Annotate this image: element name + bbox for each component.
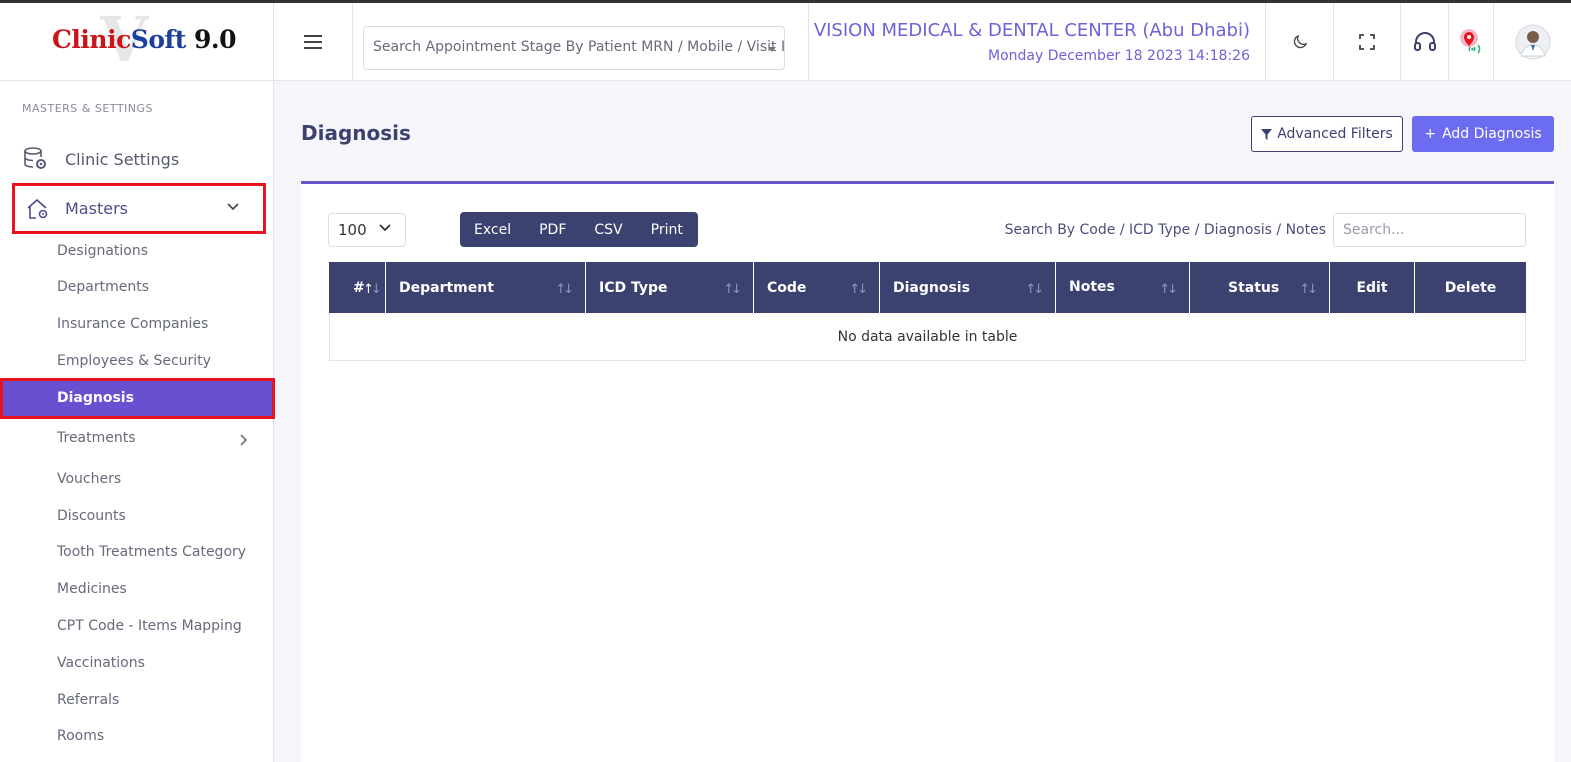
sidebar-item-designations[interactable]: Designations xyxy=(57,243,148,259)
sidebar-item-departments[interactable]: Departments xyxy=(57,279,149,295)
sidebar-item-medicines[interactable]: Medicines xyxy=(57,581,127,597)
advanced-filters-label: Advanced Filters xyxy=(1277,126,1393,142)
export-button-group: Excel PDF CSV Print xyxy=(460,212,698,247)
support-button[interactable] xyxy=(1400,3,1448,81)
sidebar-item-clinic-settings[interactable]: Clinic Settings xyxy=(22,146,262,172)
appointment-search-placeholder: Search Appointment Stage By Patient MRN … xyxy=(373,39,785,55)
sidebar-item-referrals[interactable]: Referrals xyxy=(57,692,119,708)
appointment-search-select[interactable]: Search Appointment Stage By Patient MRN … xyxy=(363,26,785,70)
sort-icon: ↑↓ xyxy=(849,282,868,297)
caret-down-icon xyxy=(768,47,776,52)
user-menu-button[interactable] xyxy=(1493,3,1571,81)
sort-icon: ↑↓ xyxy=(555,282,574,297)
sidebar-item-tooth-treatments-category[interactable]: Tooth Treatments Category xyxy=(57,544,246,560)
location-broadcast-icon xyxy=(1460,29,1481,54)
column-header-edit: Edit xyxy=(1330,262,1415,313)
sidebar-item-insurance-companies[interactable]: Insurance Companies xyxy=(57,316,208,332)
page-length-select[interactable]: 100 xyxy=(328,213,406,247)
sort-icon: ↑↓ xyxy=(1299,282,1318,297)
sort-icon: ↑↓ xyxy=(1025,282,1044,297)
sidebar-item-employees-security[interactable]: Employees & Security xyxy=(57,353,211,369)
table-header: # ↑↓ Department ↑↓ ICD Type ↑↓ Code ↑↓ D… xyxy=(329,262,1526,313)
location-status-button[interactable] xyxy=(1448,3,1493,81)
sidebar: MASTERS & SETTINGS Clinic Settings Maste… xyxy=(0,82,275,762)
chevron-down-icon xyxy=(379,224,391,232)
moon-icon xyxy=(1293,34,1307,49)
avatar xyxy=(1515,24,1550,60)
sidebar-item-masters[interactable]: Masters xyxy=(12,183,266,234)
filter-icon xyxy=(1261,128,1273,140)
sort-icon: ↑↓ xyxy=(363,282,382,297)
sidebar-item-vouchers[interactable]: Vouchers xyxy=(57,471,121,487)
fullscreen-icon xyxy=(1359,34,1375,50)
column-header-number[interactable]: # ↑↓ xyxy=(329,262,386,313)
advanced-filters-button[interactable]: Advanced Filters xyxy=(1251,116,1403,152)
plus-icon: + xyxy=(1424,126,1437,142)
column-header-code[interactable]: Code ↑↓ xyxy=(754,262,880,313)
sort-icon: ↑↓ xyxy=(1159,282,1178,297)
column-header-icd-type[interactable]: ICD Type ↑↓ xyxy=(586,262,754,313)
sidebar-item-vaccinations[interactable]: Vaccinations xyxy=(57,655,145,671)
column-header-status[interactable]: Status ↑↓ xyxy=(1190,262,1330,313)
export-excel-button[interactable]: Excel xyxy=(460,212,525,247)
headset-icon xyxy=(1413,32,1436,51)
sidebar-item-discounts[interactable]: Discounts xyxy=(57,508,126,524)
sidebar-section-title: MASTERS & SETTINGS xyxy=(22,102,154,115)
add-diagnosis-label: Add Diagnosis xyxy=(1442,126,1542,142)
top-header: V ClinicSoft 9.0 Search Appointment Stag… xyxy=(0,3,1571,81)
header-divider xyxy=(808,3,809,81)
table-search-label: Search By Code / ICD Type / Diagnosis / … xyxy=(1004,222,1326,238)
sidebar-item-diagnosis[interactable]: Diagnosis xyxy=(0,378,275,419)
sidebar-item-treatments[interactable]: Treatments xyxy=(57,430,136,446)
chevron-down-icon xyxy=(227,203,239,211)
sidebar-item-rooms[interactable]: Rooms xyxy=(57,728,104,744)
fullscreen-button[interactable] xyxy=(1333,3,1400,81)
print-button[interactable]: Print xyxy=(637,212,697,247)
sidebar-item-label: Masters xyxy=(65,199,128,218)
sort-icon: ↑↓ xyxy=(723,282,742,297)
column-header-delete: Delete xyxy=(1444,280,1497,296)
current-datetime: Monday December 18 2023 14:18:26 xyxy=(988,48,1250,64)
sidebar-item-label: Diagnosis xyxy=(57,390,134,406)
column-header-diagnosis[interactable]: Diagnosis ↑↓ xyxy=(880,262,1056,313)
export-csv-button[interactable]: CSV xyxy=(580,212,636,247)
home-settings-icon xyxy=(27,198,48,219)
database-settings-icon xyxy=(24,147,46,169)
export-pdf-button[interactable]: PDF xyxy=(525,212,580,247)
logo-text: ClinicSoft 9.0 xyxy=(52,25,237,54)
page-length-value: 100 xyxy=(338,221,367,239)
page-title: Diagnosis xyxy=(301,121,411,145)
column-header-notes[interactable]: Notes ↑↓ xyxy=(1056,262,1190,313)
sidebar-item-cpt-code-mapping[interactable]: CPT Code - Items Mapping xyxy=(57,618,242,634)
add-diagnosis-button[interactable]: + Add Diagnosis xyxy=(1412,116,1554,152)
sidebar-item-label: Clinic Settings xyxy=(65,149,180,169)
dark-mode-button[interactable] xyxy=(1265,3,1333,81)
logo[interactable]: V ClinicSoft 9.0 xyxy=(0,3,274,81)
menu-icon xyxy=(304,35,322,49)
clinic-name: VISION MEDICAL & DENTAL CENTER (Abu Dhab… xyxy=(813,20,1250,41)
chevron-right-icon xyxy=(240,434,248,446)
column-header-department[interactable]: Department ↑↓ xyxy=(386,262,586,313)
diagnosis-table: # ↑↓ Department ↑↓ ICD Type ↑↓ Code ↑↓ D… xyxy=(329,262,1526,361)
empty-table-message: No data available in table xyxy=(837,328,1018,345)
table-empty-row: No data available in table xyxy=(329,313,1526,361)
table-search-input[interactable]: Search... xyxy=(1333,213,1526,247)
menu-toggle-button[interactable] xyxy=(274,3,353,81)
